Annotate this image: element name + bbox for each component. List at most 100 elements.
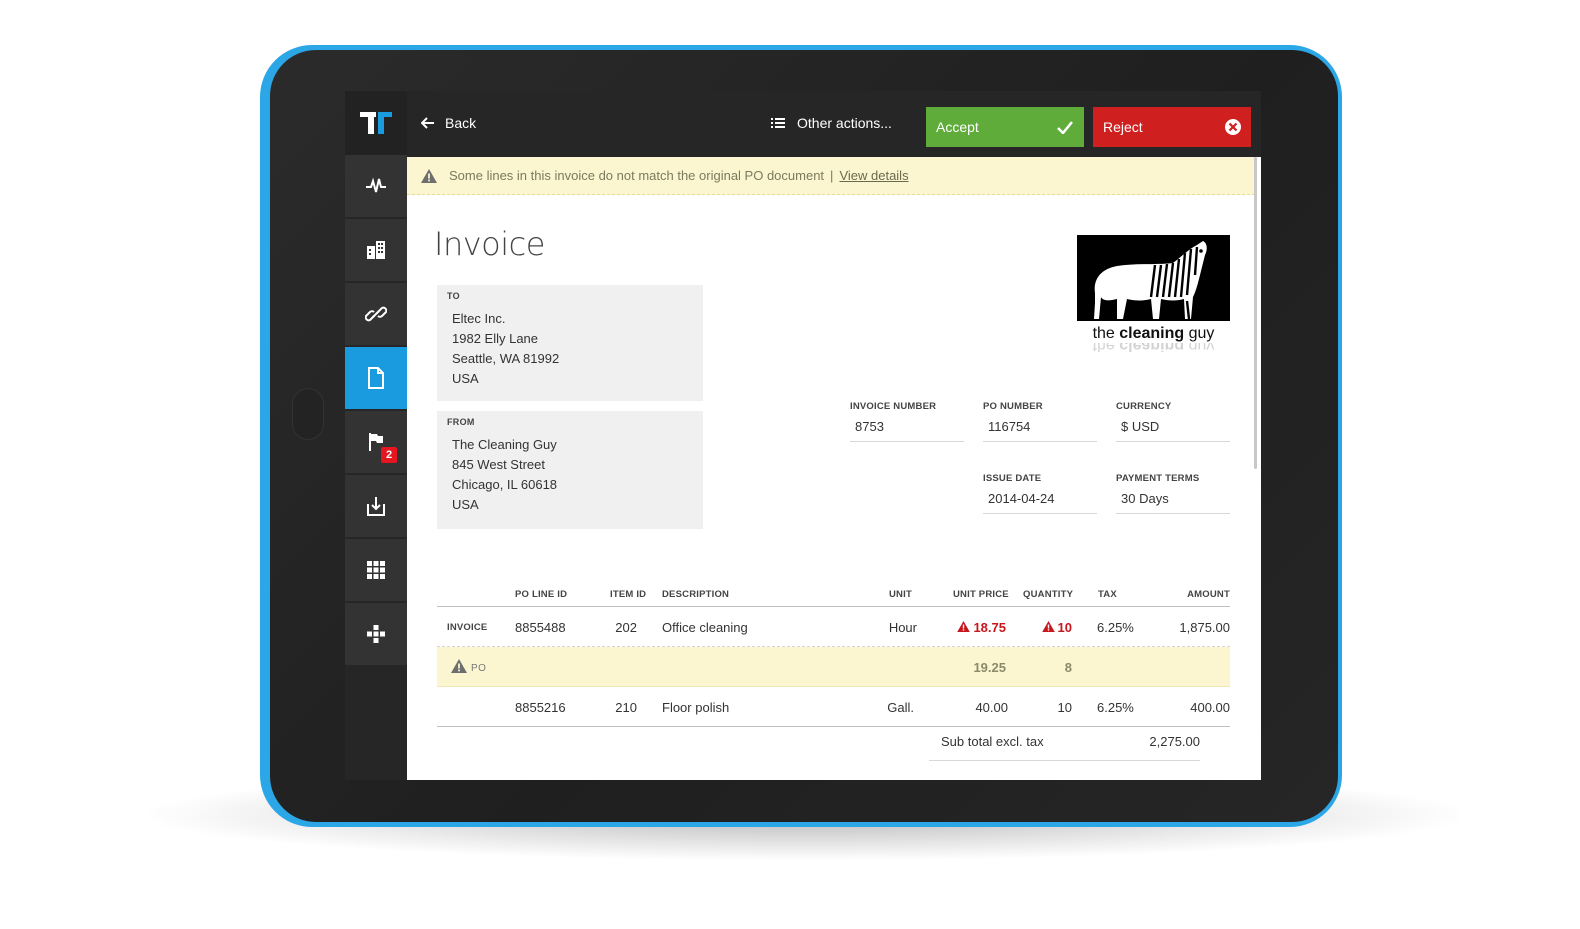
po-unit-price-cell: 19.25 [973, 660, 1006, 675]
accept-label: Accept [936, 119, 979, 135]
warning-icon [421, 168, 437, 183]
amount-cell: 400.00 [1190, 700, 1230, 715]
app-logo[interactable] [345, 91, 407, 155]
to-line: USA [452, 371, 479, 386]
description-cell: Office cleaning [662, 620, 748, 635]
back-button[interactable]: Back [421, 115, 476, 131]
app-screen: 2 Back Other actions... Accept Reject So… [345, 91, 1261, 780]
logo-reflect-bold: cleaning [1119, 343, 1185, 352]
warning-icon [1041, 621, 1055, 632]
po-row-label: PO [451, 659, 486, 674]
col-amount: AMOUNT [1187, 589, 1230, 600]
issue-date-field: ISSUE DATE 2014-04-24 [983, 473, 1097, 514]
payment-terms-field: PAYMENT TERMS 30 Days [1116, 473, 1230, 514]
activity-icon [366, 177, 386, 193]
logo-text-bold: cleaning [1119, 325, 1185, 342]
logo-reflect-suffix: guy [1184, 343, 1215, 352]
col-description: DESCRIPTION [662, 589, 730, 600]
quantity-value: 10 [1057, 620, 1072, 635]
col-quantity: QUANTITY [1023, 589, 1074, 600]
logo-reflect-prefix: the [1092, 343, 1120, 352]
currency-value[interactable]: $ USD [1116, 419, 1230, 442]
sidebar-item-integrations[interactable] [345, 603, 407, 666]
zebra-icon [1077, 235, 1230, 321]
to-address-box: TO Eltec Inc. 1982 Elly Lane Seattle, WA… [437, 285, 703, 401]
warning-icon [451, 659, 467, 673]
reject-button[interactable]: Reject [1093, 107, 1251, 147]
list-icon [771, 118, 785, 128]
sidebar-item-downloads[interactable] [345, 475, 407, 538]
view-details-link[interactable]: View details [839, 168, 908, 183]
banner-message: Some lines in this invoice do not match … [449, 168, 825, 183]
payment-terms-value[interactable]: 30 Days [1116, 491, 1230, 514]
from-line: 845 West Street [452, 457, 545, 472]
from-label: FROM [447, 417, 475, 427]
currency-label: CURRENCY [1116, 401, 1172, 412]
col-item-id: ITEM ID [610, 589, 647, 600]
sidebar-item-apps[interactable] [345, 539, 407, 602]
accept-button[interactable]: Accept [926, 107, 1084, 147]
item-id-cell: 210 [615, 700, 637, 715]
sidebar-item-documents[interactable] [345, 347, 407, 410]
currency-field: CURRENCY $ USD [1116, 401, 1230, 442]
link-icon [365, 306, 387, 322]
invoice-number-label: INVOICE NUMBER [850, 401, 937, 412]
issue-date-value[interactable]: 2014-04-24 [983, 491, 1097, 514]
tax-cell: 6.25% [1097, 620, 1134, 635]
building-icon [367, 241, 385, 259]
col-unit-price: UNIT PRICE [953, 589, 1009, 600]
zebra-logo-image [1077, 235, 1230, 321]
sidebar-item-links[interactable] [345, 283, 407, 346]
col-unit: UNIT [889, 589, 912, 600]
notification-badge: 2 [381, 447, 397, 463]
unit-price-cell-mismatch: 18.75 [957, 620, 1006, 635]
sidebar-item-buildings[interactable] [345, 219, 407, 282]
sidebar: 2 [345, 91, 407, 780]
po-label: PO [471, 663, 487, 674]
from-line: USA [452, 497, 479, 512]
vendor-logo: the cleaning guy the cleaning guy [1077, 235, 1230, 353]
sidebar-item-flags[interactable]: 2 [345, 411, 407, 474]
subtotal-row: Sub total excl. tax 2,275.00 [929, 721, 1200, 761]
banner-separator: | [830, 168, 834, 183]
back-label: Back [445, 115, 477, 131]
table-header-row: PO LINE ID ITEM ID DESCRIPTION UNIT UNIT… [437, 576, 1230, 607]
from-line: Chicago, IL 60618 [452, 477, 558, 492]
po-quantity-cell: 8 [1064, 660, 1072, 675]
tax-cell: 6.25% [1097, 700, 1134, 715]
checkmark-icon [1057, 120, 1073, 134]
reject-label: Reject [1103, 119, 1143, 135]
po-number-label: PO NUMBER [983, 401, 1043, 412]
invoice-number-value[interactable]: 8753 [850, 419, 964, 442]
other-actions-button[interactable]: Other actions... [771, 115, 892, 131]
issue-date-label: ISSUE DATE [983, 473, 1042, 484]
page-title: Invoice [434, 225, 545, 263]
table-row-invoice[interactable]: INVOICE 8855488 202 Office cleaning Hour… [437, 607, 1230, 647]
item-id-cell: 202 [615, 620, 637, 635]
unit-cell: Hour [888, 620, 917, 635]
to-line: 1982 Elly Lane [452, 331, 539, 346]
subtotal-value: 2,275.00 [1149, 734, 1200, 749]
arrow-left-icon [421, 117, 434, 129]
po-number-value[interactable]: 116754 [983, 419, 1097, 442]
unit-price-value: 18.75 [973, 620, 1006, 635]
po-line-id-cell: 8855488 [515, 620, 566, 635]
tr-logo-icon [360, 112, 392, 134]
payment-terms-label: PAYMENT TERMS [1116, 473, 1200, 484]
top-bar: Back Other actions... Accept Reject [407, 91, 1261, 157]
logo-text-prefix: the [1092, 325, 1120, 342]
po-line-id-cell: 8855216 [515, 700, 566, 715]
row-type-label: INVOICE [447, 622, 488, 633]
po-mismatch-banner: Some lines in this invoice do not match … [407, 157, 1255, 195]
col-tax: TAX [1098, 589, 1117, 600]
to-label: TO [447, 291, 460, 301]
grid-icon [367, 561, 385, 579]
table-row-po[interactable]: PO 19.25 8 [437, 647, 1230, 687]
from-address-box: FROM The Cleaning Guy 845 West Street Ch… [437, 411, 703, 529]
quantity-cell-mismatch: 10 [1041, 620, 1072, 635]
logo-text-suffix: guy [1184, 325, 1215, 342]
inbox-download-icon [367, 497, 385, 516]
tablet-home-button [292, 388, 324, 440]
sidebar-item-activity[interactable] [345, 155, 407, 218]
close-circle-icon [1225, 119, 1241, 135]
